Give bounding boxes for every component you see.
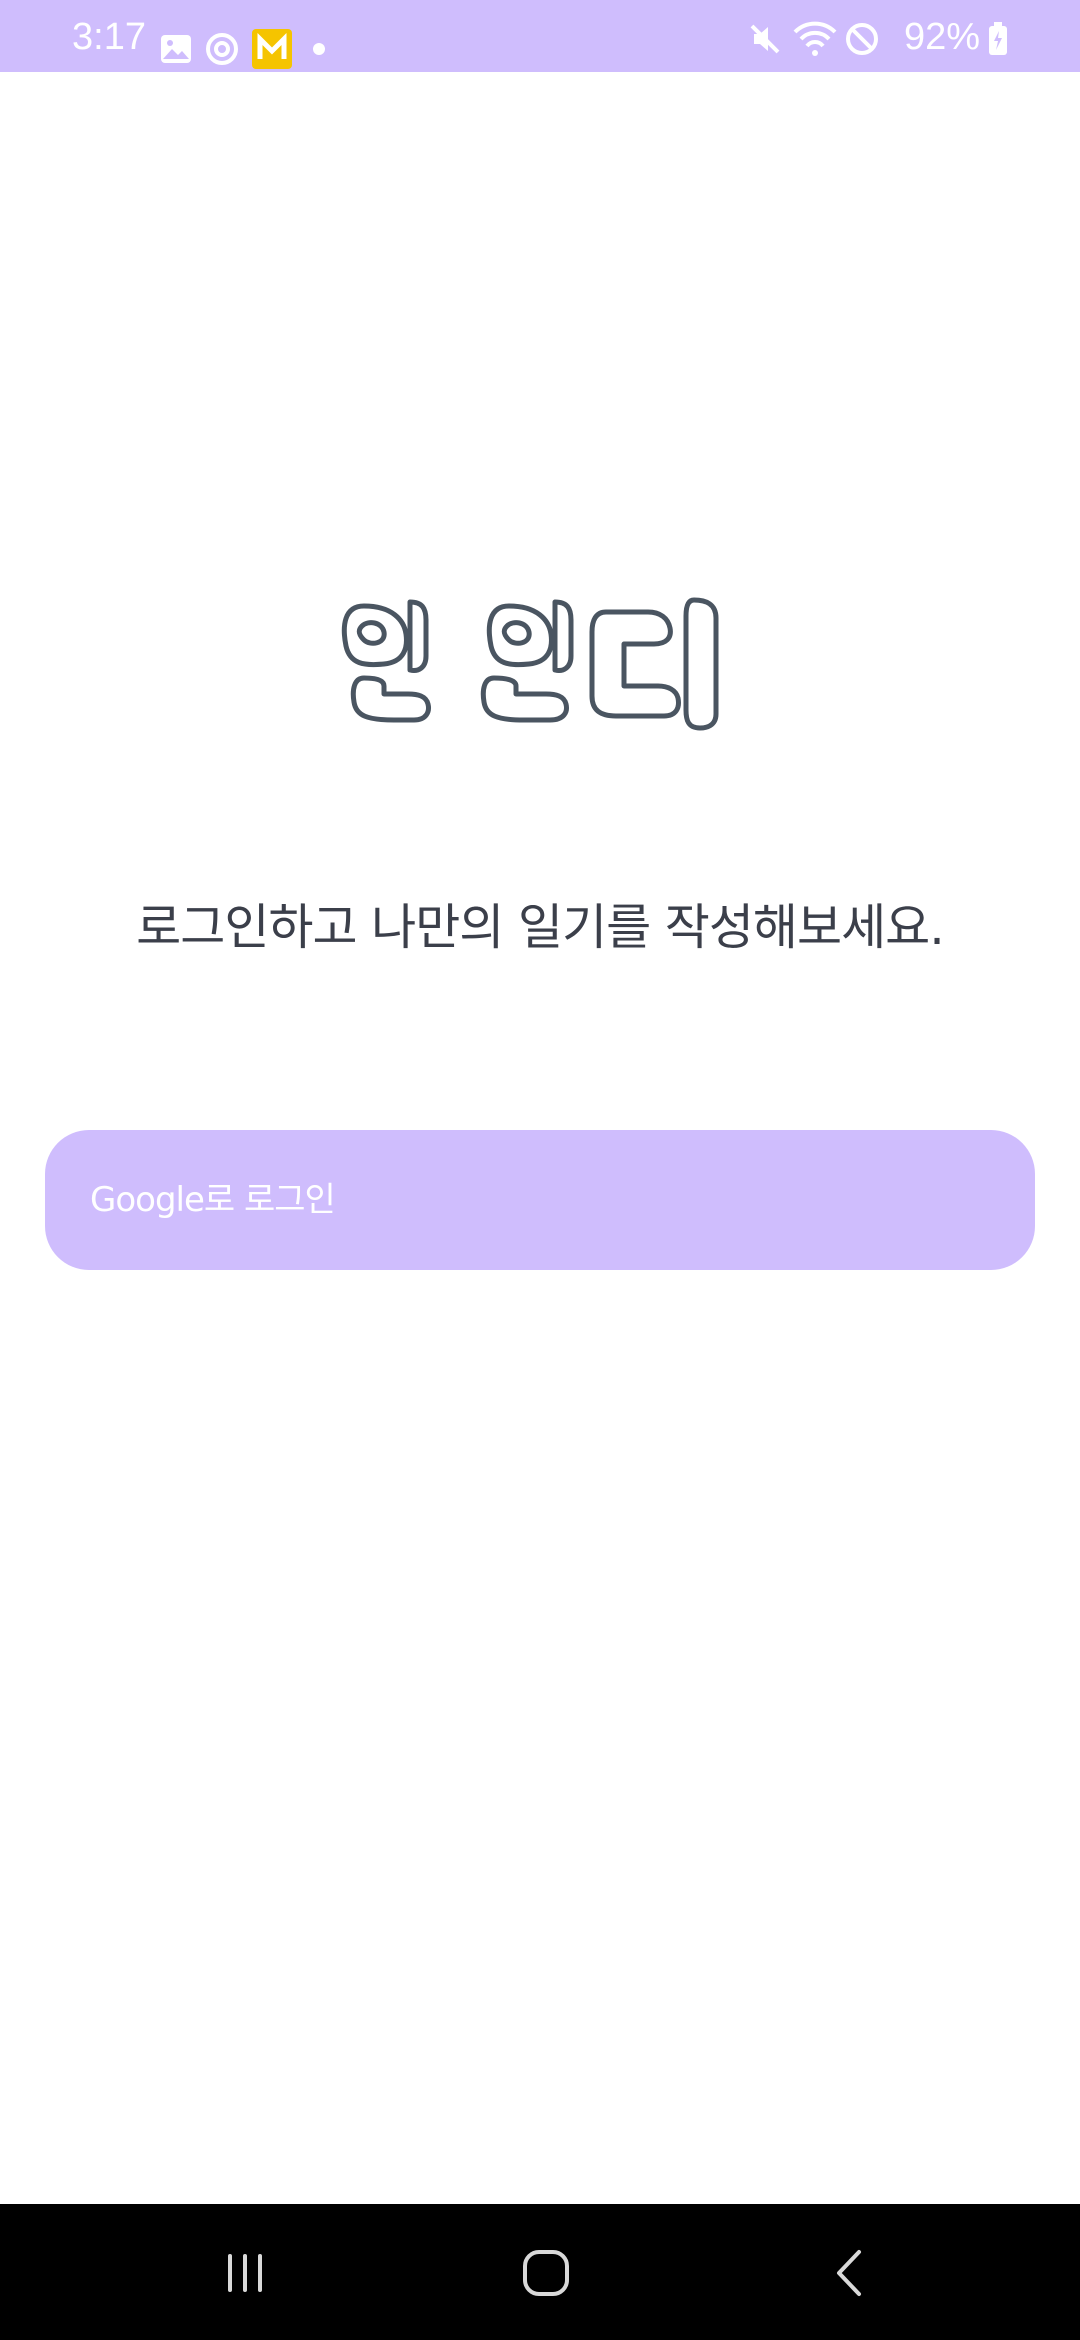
dnd-icon xyxy=(846,23,878,55)
mute-icon xyxy=(750,24,780,54)
status-right: 92% xyxy=(748,18,1008,58)
google-login-button[interactable]: Google로 로그인 xyxy=(45,1130,1035,1270)
dot-icon xyxy=(313,43,325,55)
status-time: 3:17 xyxy=(72,16,146,58)
google-login-label: Google로 로그인 xyxy=(90,1180,336,1220)
recent-apps-icon[interactable] xyxy=(210,2238,280,2308)
home-icon[interactable] xyxy=(511,2238,581,2308)
app-logo xyxy=(334,586,748,738)
back-icon[interactable] xyxy=(815,2238,885,2308)
wifi-icon xyxy=(793,21,837,56)
m-app-icon xyxy=(252,29,292,69)
sync-icon xyxy=(206,33,238,65)
login-prompt-text: 로그인하고 나만의 일기를 작성해보세요. xyxy=(136,899,945,956)
image-icon xyxy=(161,35,191,63)
battery-icon xyxy=(989,22,1007,55)
navigation-bar xyxy=(0,2204,1080,2340)
battery-percentage: 92% xyxy=(903,16,980,58)
status-bar: 3:17 92% xyxy=(0,0,1080,72)
